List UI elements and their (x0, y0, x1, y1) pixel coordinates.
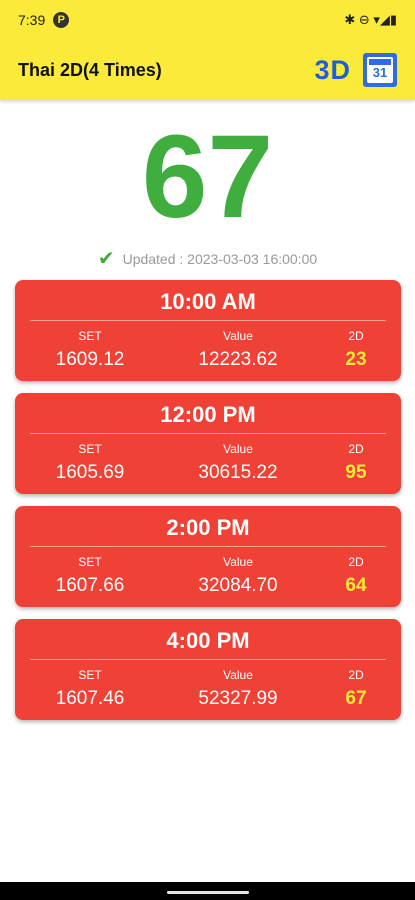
status-bar: 7:39 P ✱ ⊖ ▾◢▮ (0, 0, 415, 40)
card-divider (30, 659, 386, 660)
status-icons: ✱ ⊖ ▾◢▮ (344, 12, 397, 27)
value-value: 12223.62 (198, 349, 278, 370)
card-values-row: 1607.46 52327.99 67 (30, 684, 386, 714)
result-card: 4:00 PM SET Value 2D 1607.46 52327.99 67 (15, 619, 401, 720)
app-bar: Thai 2D(4 Times) 3D 31 (0, 40, 415, 100)
result-card: 2:00 PM SET Value 2D 1607.66 32084.70 64 (15, 506, 401, 607)
latest-2d-number: 67 (141, 111, 274, 243)
card-divider (30, 546, 386, 547)
value-label: Value (223, 442, 253, 456)
set-label: SET (78, 555, 102, 569)
card-values-row: 1607.66 32084.70 64 (30, 571, 386, 601)
status-left: 7:39 P (18, 12, 70, 28)
value-label: Value (223, 668, 253, 682)
home-gesture-handle[interactable] (167, 891, 249, 894)
card-header-row: SET Value 2D (30, 440, 386, 458)
card-time: 4:00 PM (166, 628, 250, 653)
app-title: Thai 2D(4 Times) (18, 59, 162, 80)
result-card: 10:00 AM SET Value 2D 1609.12 12223.62 2… (15, 280, 401, 381)
2d-label: 2D (348, 442, 364, 456)
updated-status: ✔ Updated : 2023-03-03 16:00:00 (0, 246, 415, 271)
set-value: 1607.66 (55, 575, 125, 596)
value-value: 32084.70 (198, 575, 278, 596)
card-time: 12:00 PM (160, 402, 256, 427)
value-value: 30615.22 (198, 462, 278, 483)
set-label: SET (78, 329, 102, 343)
card-header-row: SET Value 2D (30, 327, 386, 345)
check-icon: ✔ (97, 248, 115, 270)
2d-value: 23 (345, 349, 367, 370)
3d-button[interactable]: 3D (314, 55, 351, 86)
card-time: 2:00 PM (166, 515, 250, 540)
card-time: 10:00 AM (160, 289, 256, 314)
2d-label: 2D (348, 668, 364, 682)
set-label: SET (78, 668, 102, 682)
value-label: Value (223, 329, 253, 343)
calendar-day: 31 (372, 65, 388, 80)
2d-value: 67 (345, 688, 367, 709)
set-value: 1605.69 (55, 462, 125, 483)
value-value: 52327.99 (198, 688, 278, 709)
set-label: SET (78, 442, 102, 456)
2d-label: 2D (348, 555, 364, 569)
2d-value: 95 (345, 462, 367, 483)
set-value: 1607.46 (55, 688, 125, 709)
2d-label: 2D (348, 329, 364, 343)
results-list: 10:00 AM SET Value 2D 1609.12 12223.62 2… (15, 280, 401, 732)
value-label: Value (223, 555, 253, 569)
notification-icon: P (53, 12, 70, 28)
2d-value: 64 (345, 575, 367, 596)
status-time: 7:39 (18, 12, 46, 28)
card-values-row: 1609.12 12223.62 23 (30, 345, 386, 375)
system-nav-bar (0, 882, 415, 900)
calendar-icon: 31 (367, 57, 393, 83)
app-actions: 3D 31 (314, 53, 397, 87)
set-value: 1609.12 (55, 349, 125, 370)
card-divider (30, 320, 386, 321)
card-header-row: SET Value 2D (30, 553, 386, 571)
calendar-button[interactable]: 31 (363, 53, 397, 87)
card-header-row: SET Value 2D (30, 666, 386, 684)
updated-text: Updated : 2023-03-03 16:00:00 (122, 250, 318, 267)
card-values-row: 1605.69 30615.22 95 (30, 458, 386, 488)
result-card: 12:00 PM SET Value 2D 1605.69 30615.22 9… (15, 393, 401, 494)
card-divider (30, 433, 386, 434)
